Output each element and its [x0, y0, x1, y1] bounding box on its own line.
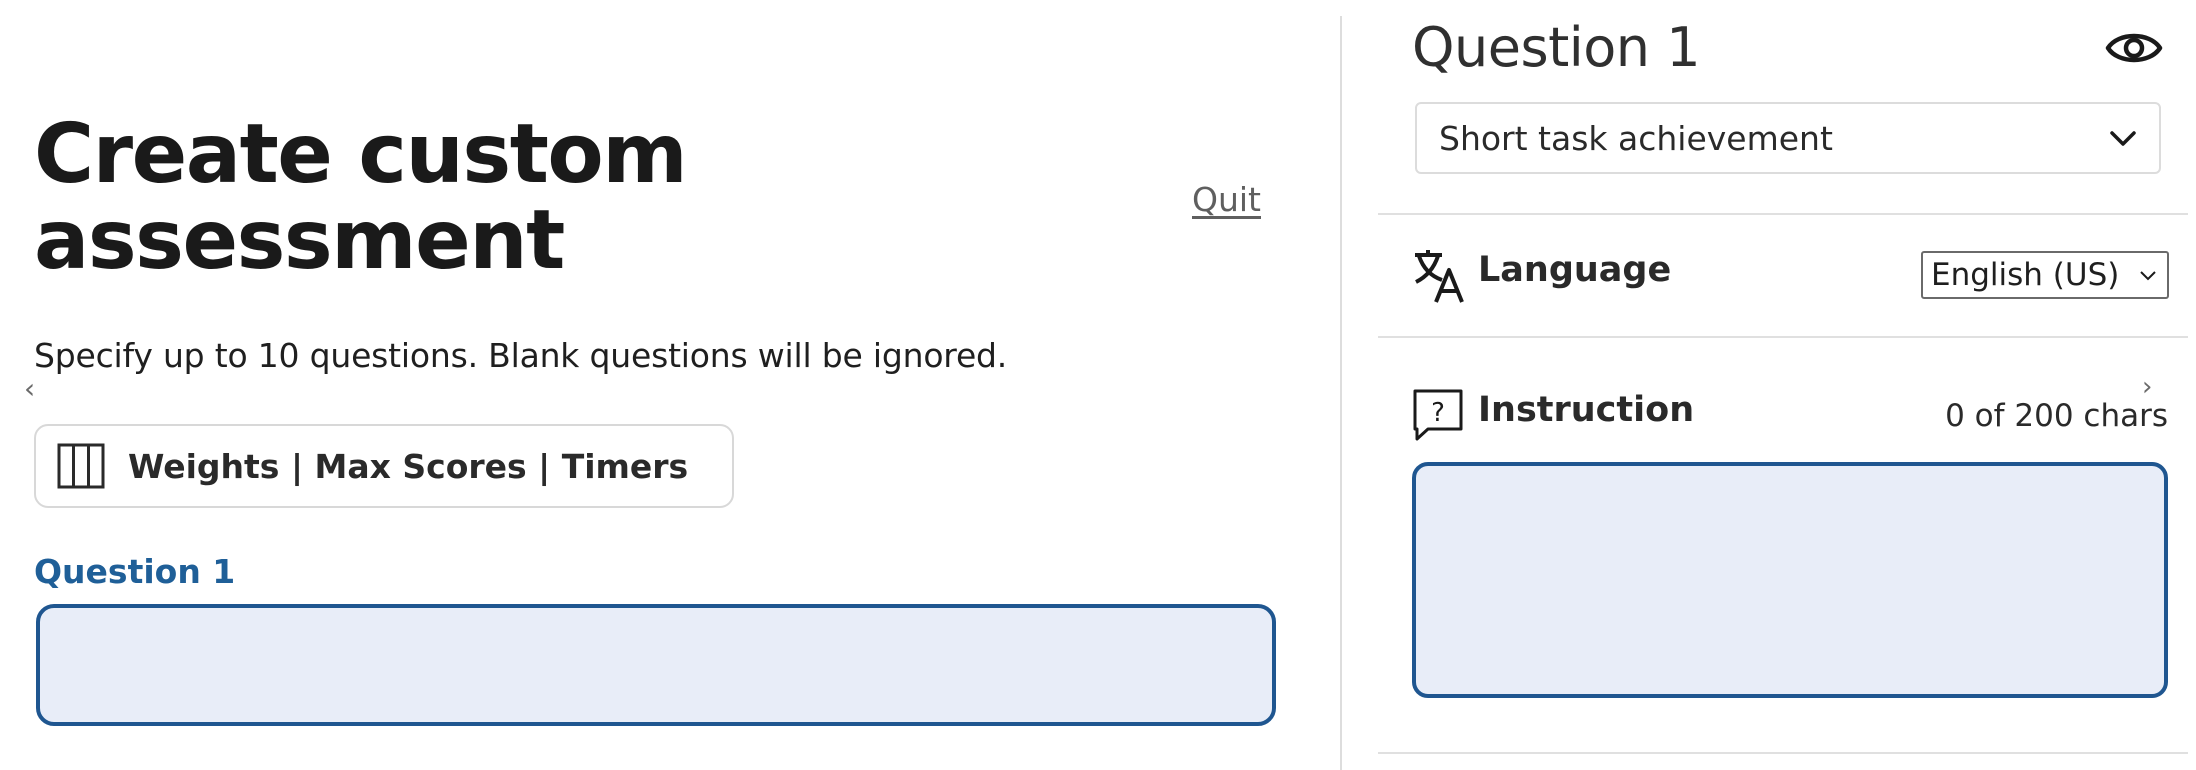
- panel-divider: [1340, 16, 1342, 770]
- chevron-down-icon: [2140, 271, 2156, 281]
- language-select[interactable]: English (US): [1921, 251, 2169, 299]
- weights-settings-button[interactable]: Weights | Max Scores | Timers: [34, 424, 734, 508]
- instruction-label: Instruction: [1478, 390, 1695, 430]
- quit-link[interactable]: Quit: [1192, 180, 1261, 219]
- question-panel-title: Question 1: [1412, 16, 1701, 79]
- section-divider: [1378, 752, 2188, 754]
- svg-text:?: ?: [1431, 398, 1445, 428]
- question-1-input[interactable]: [36, 604, 1276, 726]
- question-type-value: Short task achievement: [1439, 118, 1833, 158]
- page-title: Create custom assessment: [34, 112, 794, 284]
- question-type-select[interactable]: Short task achievement: [1415, 102, 2161, 174]
- language-value: English (US): [1931, 257, 2120, 293]
- section-divider: [1378, 213, 2188, 215]
- section-divider: [1378, 336, 2188, 338]
- language-label: Language: [1478, 250, 1672, 290]
- eye-icon[interactable]: [2104, 18, 2164, 78]
- instruction-input[interactable]: [1412, 462, 2168, 698]
- left-panel: Create custom assessment Quit Specify up…: [0, 0, 1340, 770]
- assessment-page: Create custom assessment Quit Specify up…: [0, 0, 2196, 770]
- chevron-down-icon: [2110, 131, 2136, 146]
- question-bubble-icon: ?: [1413, 389, 1463, 441]
- page-title-line-2: assessment: [34, 193, 565, 288]
- page-subtitle: Specify up to 10 questions. Blank questi…: [34, 336, 1008, 375]
- columns-icon: [57, 443, 105, 489]
- instruction-char-count: 0 of 200 chars: [1945, 398, 2168, 434]
- chevron-left-icon[interactable]: ‹: [24, 372, 35, 405]
- question-1-label: Question 1: [34, 552, 236, 591]
- weights-settings-label: Weights | Max Scores | Timers: [128, 446, 689, 486]
- page-title-line-1: Create custom: [34, 107, 688, 202]
- translate-icon: [1415, 250, 1464, 303]
